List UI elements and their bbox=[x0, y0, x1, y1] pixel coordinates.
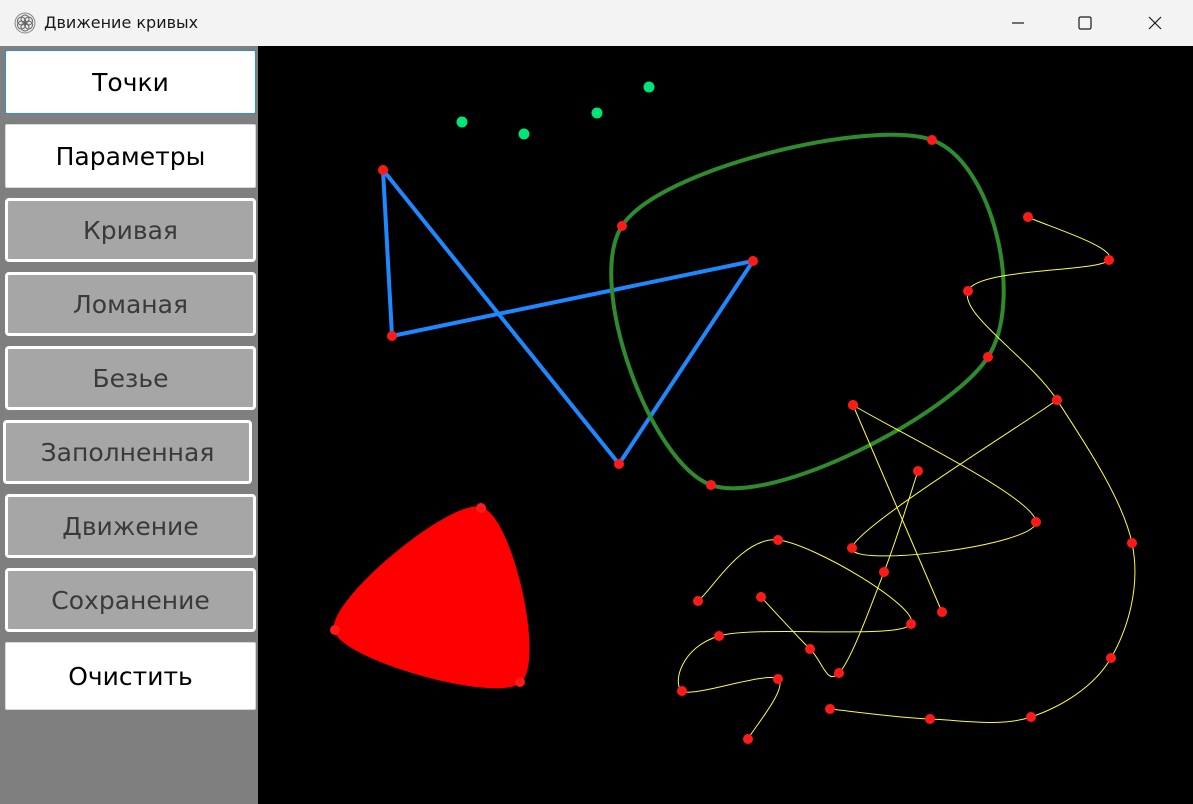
bezier-curve-b-point-2 bbox=[847, 543, 857, 553]
bezier-curve-c-point-3 bbox=[714, 631, 724, 641]
bezier-curve-c-point-6 bbox=[743, 734, 753, 744]
free-point-1 bbox=[518, 128, 530, 140]
polyline-point-2 bbox=[748, 256, 758, 266]
filled-shape-point-0 bbox=[476, 503, 486, 513]
bezier-curve-a-point-4 bbox=[1127, 538, 1137, 548]
closed-curve-point-3 bbox=[617, 221, 627, 231]
polyline-point-3 bbox=[614, 459, 624, 469]
canvas-drawing bbox=[330, 81, 1137, 744]
bezier-curve-e-point-1 bbox=[848, 400, 858, 410]
bezier-curve-a-point-7 bbox=[925, 714, 935, 724]
bezier-curve-c-point-4 bbox=[677, 686, 687, 696]
bezier-curve-a-point-5 bbox=[1106, 653, 1116, 663]
close-icon bbox=[1148, 16, 1162, 30]
clear-button[interactable]: Очистить bbox=[5, 642, 256, 710]
filled-shape-point-1 bbox=[515, 677, 525, 687]
app-window: Движение кривых Точки Параметры Кривая Л… bbox=[0, 0, 1193, 804]
bezier-curve-b-point-3 bbox=[1052, 395, 1062, 405]
filled-button[interactable]: Заполненная bbox=[3, 420, 252, 484]
green-closed-curve bbox=[609, 132, 1006, 491]
parameters-button[interactable]: Параметры bbox=[5, 124, 256, 188]
free-point-0 bbox=[456, 116, 468, 128]
points-button[interactable]: Точки bbox=[5, 50, 256, 114]
bezier-curve-b-point-1 bbox=[1031, 517, 1041, 527]
window-title: Движение кривых bbox=[44, 13, 199, 32]
bezier-button[interactable]: Безье bbox=[5, 346, 256, 410]
bezier-curve-d-point-3 bbox=[805, 644, 815, 654]
filled-shape-point-2 bbox=[330, 625, 340, 635]
bezier-curve-a-point-8 bbox=[825, 704, 835, 714]
bezier-curve-c-point-0 bbox=[693, 596, 703, 606]
bezier-curve-d-point-2 bbox=[834, 668, 844, 678]
bezier-curve-c-point-5 bbox=[773, 674, 783, 684]
bezier-curve-a-point-2 bbox=[963, 286, 973, 296]
bezier-curve-a-point-1 bbox=[1104, 255, 1114, 265]
sidebar: Точки Параметры Кривая Ломаная Безье Зап… bbox=[0, 46, 258, 804]
drawing-canvas[interactable] bbox=[258, 46, 1193, 804]
app-flower-icon bbox=[14, 12, 36, 34]
title-bar[interactable]: Движение кривых bbox=[0, 0, 1193, 46]
polyline-button[interactable]: Ломаная bbox=[5, 272, 256, 336]
polyline-point-0 bbox=[378, 165, 388, 175]
closed-curve-point-1 bbox=[983, 352, 993, 362]
maximize-button[interactable] bbox=[1050, 0, 1120, 46]
bezier-curve-c bbox=[677, 539, 912, 740]
bezier-curve-c-point-1 bbox=[773, 535, 783, 545]
bezier-curve-a bbox=[829, 216, 1136, 723]
close-button[interactable] bbox=[1120, 0, 1190, 46]
bezier-curve-d-point-4 bbox=[756, 592, 766, 602]
curve-button[interactable]: Кривая bbox=[5, 198, 256, 262]
bezier-curve-a-point-6 bbox=[1026, 712, 1036, 722]
free-point-2 bbox=[591, 107, 603, 119]
minimize-icon bbox=[1012, 22, 1024, 24]
bezier-curve-d-point-1 bbox=[879, 567, 889, 577]
bezier-curve-b bbox=[851, 399, 1058, 557]
save-button[interactable]: Сохранение bbox=[5, 568, 256, 632]
polyline-point-1 bbox=[387, 331, 397, 341]
bezier-curve-c-point-2 bbox=[906, 619, 916, 629]
closed-curve-point-0 bbox=[927, 135, 937, 145]
filled-shape bbox=[333, 506, 530, 689]
motion-button[interactable]: Движение bbox=[5, 494, 256, 558]
bezier-curve-d-point-0 bbox=[913, 466, 923, 476]
blue-polyline bbox=[381, 168, 755, 466]
bezier-curve-a-point-0 bbox=[1023, 212, 1033, 222]
bezier-curve-e-point-0 bbox=[937, 607, 947, 617]
closed-curve-point-2 bbox=[706, 480, 716, 490]
minimize-button[interactable] bbox=[983, 0, 1053, 46]
free-point-3 bbox=[643, 81, 655, 93]
maximize-icon bbox=[1078, 16, 1092, 30]
